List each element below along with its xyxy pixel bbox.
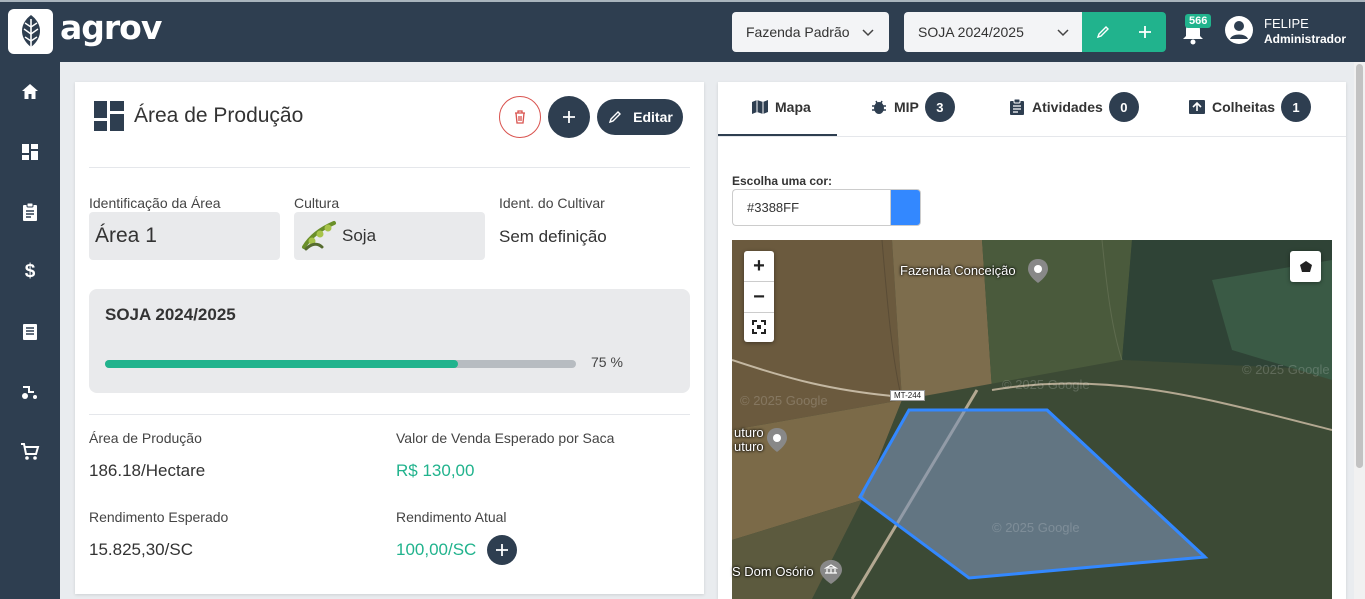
active-tab-indicator (718, 134, 837, 136)
trash-icon (515, 110, 525, 124)
map-watermark: © 2025 Google (992, 520, 1080, 535)
map-place-label[interactable]: S Dom Osório (732, 564, 814, 579)
map-place-label[interactable]: uturo (734, 425, 764, 440)
chevron-down-icon (862, 29, 874, 37)
pencil-icon (609, 111, 622, 124)
season-title: SOJA 2024/2025 (105, 305, 236, 324)
building-pin-icon[interactable] (819, 559, 843, 585)
dashboard-icon (94, 101, 124, 131)
season-select-value: SOJA 2024/2025 (918, 24, 1024, 40)
add-button[interactable] (548, 96, 590, 138)
map-watermark: © 2025 Google (1002, 377, 1090, 392)
notification-badge: 566 (1185, 14, 1212, 28)
tabs-divider (718, 136, 1346, 137)
area-label: Área de Produção (89, 430, 202, 446)
user-role: Administrador (1264, 32, 1347, 46)
price-label: Valor de Venda Esperado por Saca (396, 430, 615, 446)
divider (89, 167, 690, 168)
color-input[interactable]: #3388FF (732, 189, 891, 226)
logo-text: agrov (60, 8, 162, 47)
cart-icon[interactable] (18, 440, 42, 464)
progress-bar-fill (105, 360, 459, 368)
color-swatch[interactable] (890, 189, 921, 226)
expected-yield-value: 15.825,30/SC (89, 540, 193, 559)
current-yield-value: 100,00/SC (396, 540, 477, 559)
map-icon (752, 100, 768, 114)
location-pin-icon[interactable] (1027, 258, 1049, 284)
culture-value: Soja (342, 226, 377, 245)
clipboard-icon (1010, 98, 1024, 115)
edit-button[interactable]: Editar (597, 99, 683, 135)
plus-icon (1139, 26, 1151, 38)
user-name: FELIPE (1264, 16, 1309, 31)
ident-value: Área 1 (95, 224, 157, 247)
harvest-box-icon (1189, 100, 1205, 114)
map-zoom-controls: + − (744, 251, 774, 342)
edit-button-label: Editar (633, 109, 673, 125)
pencil-icon (1096, 26, 1109, 39)
add-season-button[interactable] (1124, 12, 1166, 52)
book-icon[interactable] (18, 320, 42, 344)
page-scrollbar-thumb[interactable] (1356, 64, 1363, 468)
tab-badge: 3 (924, 92, 955, 122)
fullscreen-button[interactable] (744, 312, 774, 342)
delete-button[interactable] (499, 96, 541, 138)
soybean-icon (302, 221, 336, 251)
tab-label: Colheitas (1212, 99, 1276, 115)
map-watermark: © 2025 Google (1242, 362, 1330, 377)
tab-badge: 1 (1281, 92, 1312, 122)
map-place-label[interactable]: Fazenda Conceição (900, 263, 1016, 278)
map-place-label[interactable]: uturo (734, 439, 764, 454)
farm-select-value: Fazenda Padrão (746, 24, 850, 40)
ident-label: Identificação da Área (89, 195, 221, 211)
fullscreen-icon (752, 320, 766, 334)
tab-label: Atividades (1032, 99, 1103, 115)
tractor-icon[interactable] (18, 380, 42, 404)
expected-yield-label: Rendimento Esperado (89, 509, 229, 525)
home-icon[interactable] (18, 80, 42, 104)
farm-select[interactable]: Fazenda Padrão (732, 12, 889, 52)
tab-badge: 0 (1108, 92, 1139, 122)
location-pin-icon[interactable] (766, 427, 788, 453)
draw-polygon-button[interactable] (1290, 251, 1321, 282)
divider (89, 414, 690, 415)
map-watermark: © 2025 Google (740, 393, 828, 408)
zoom-out-button[interactable]: − (744, 282, 774, 312)
add-yield-button[interactable] (487, 535, 517, 565)
tab-colheitas[interactable]: Colheitas 1 (1188, 92, 1312, 122)
polygon-icon (1299, 260, 1312, 272)
cultivar-value: Sem definição (499, 227, 607, 246)
logo-icon[interactable] (8, 9, 53, 54)
tab-mip[interactable]: MIP 3 (870, 92, 955, 122)
user-avatar-icon[interactable] (1224, 15, 1254, 45)
ident-field: Área 1 (89, 212, 280, 260)
satellite-map[interactable]: © 2025 Google © 2025 Google © 2025 Googl… (732, 240, 1332, 599)
tab-label: Mapa (775, 99, 811, 115)
tab-mapa[interactable]: Mapa (751, 92, 811, 122)
plus-icon (563, 111, 575, 123)
price-value: R$ 130,00 (396, 461, 475, 480)
tab-label: MIP (894, 99, 919, 115)
color-label: Escolha uma cor: (732, 174, 833, 188)
culture-label: Cultura (294, 195, 340, 211)
edit-season-button[interactable] (1082, 12, 1124, 52)
area-value: 186.18/Hectare (89, 461, 206, 480)
progress-percent: 75 % (591, 354, 623, 370)
dashboard-icon[interactable] (18, 140, 42, 164)
plus-icon (496, 544, 508, 556)
zoom-in-button[interactable]: + (744, 251, 774, 281)
chevron-down-icon (1057, 29, 1069, 37)
culture-field: Soja (294, 212, 485, 260)
tab-atividades[interactable]: Atividades 0 (1008, 92, 1139, 122)
bug-icon (872, 100, 886, 114)
dollar-icon[interactable]: $ (18, 260, 42, 284)
road-tag: MT-244 (890, 390, 926, 401)
season-select[interactable]: SOJA 2024/2025 (904, 12, 1084, 52)
cultivar-label: Ident. do Cultivar (499, 195, 605, 211)
page-title: Área de Produção (134, 104, 304, 127)
current-yield-label: Rendimento Atual (396, 509, 507, 525)
clipboard-icon[interactable] (18, 200, 42, 224)
